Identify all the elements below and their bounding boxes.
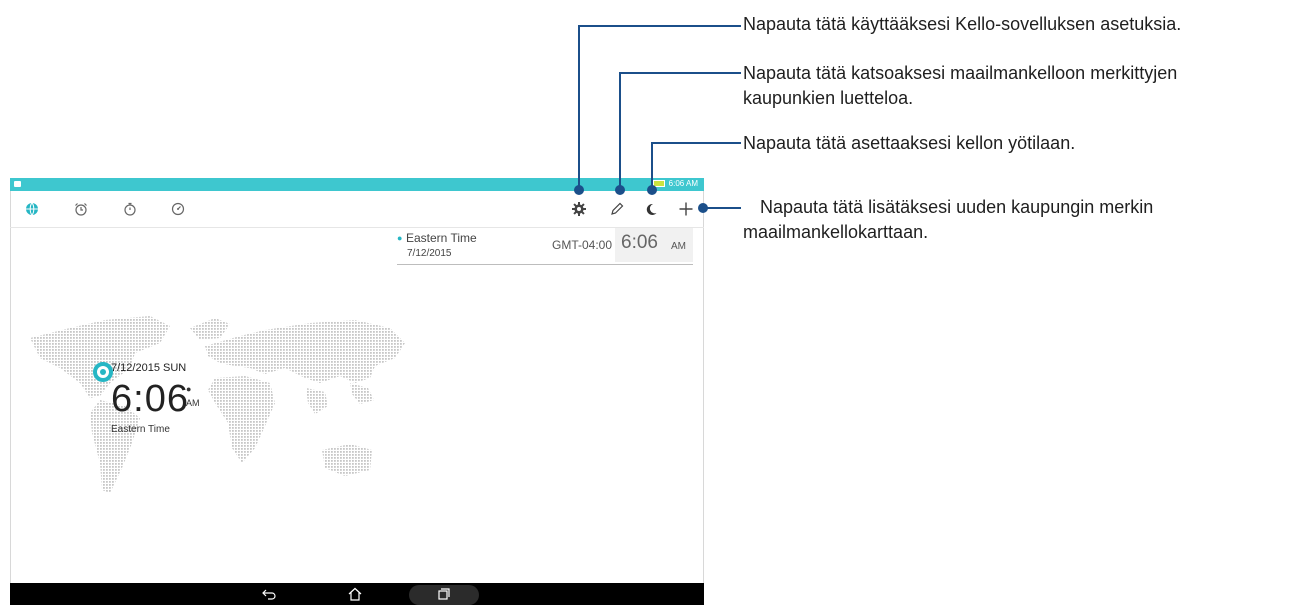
annotation-add-line2: maailmankellokarttaan. bbox=[743, 222, 929, 242]
callout-dot-add bbox=[698, 203, 708, 213]
annotation-settings-text: Napauta tätä käyttääksesi Kello-sovelluk… bbox=[743, 14, 1182, 34]
annotation-night: Napauta tätä asettaaksesi kellon yötilaa… bbox=[743, 131, 1075, 156]
annotation-edit-line2: kaupunkien luetteloa. bbox=[743, 88, 914, 108]
annotation-add-line1: Napauta tätä lisätäksesi uuden kaupungin… bbox=[760, 197, 1154, 217]
annotation-add-city: Napauta tätä lisätäksesi uuden kaupungin… bbox=[743, 195, 1154, 245]
callout-dot-settings bbox=[574, 185, 584, 195]
annotation-settings: Napauta tätä käyttääksesi Kello-sovelluk… bbox=[743, 12, 1181, 37]
annotation-edit-line1: Napauta tätä katsoaksesi maailmankelloon… bbox=[743, 63, 1178, 83]
callout-dot-edit bbox=[615, 185, 625, 195]
annotation-edit: Napauta tätä katsoaksesi maailmankelloon… bbox=[743, 61, 1177, 111]
callout-dot-night bbox=[647, 185, 657, 195]
annotation-night-text: Napauta tätä asettaaksesi kellon yötilaa… bbox=[743, 133, 1076, 153]
